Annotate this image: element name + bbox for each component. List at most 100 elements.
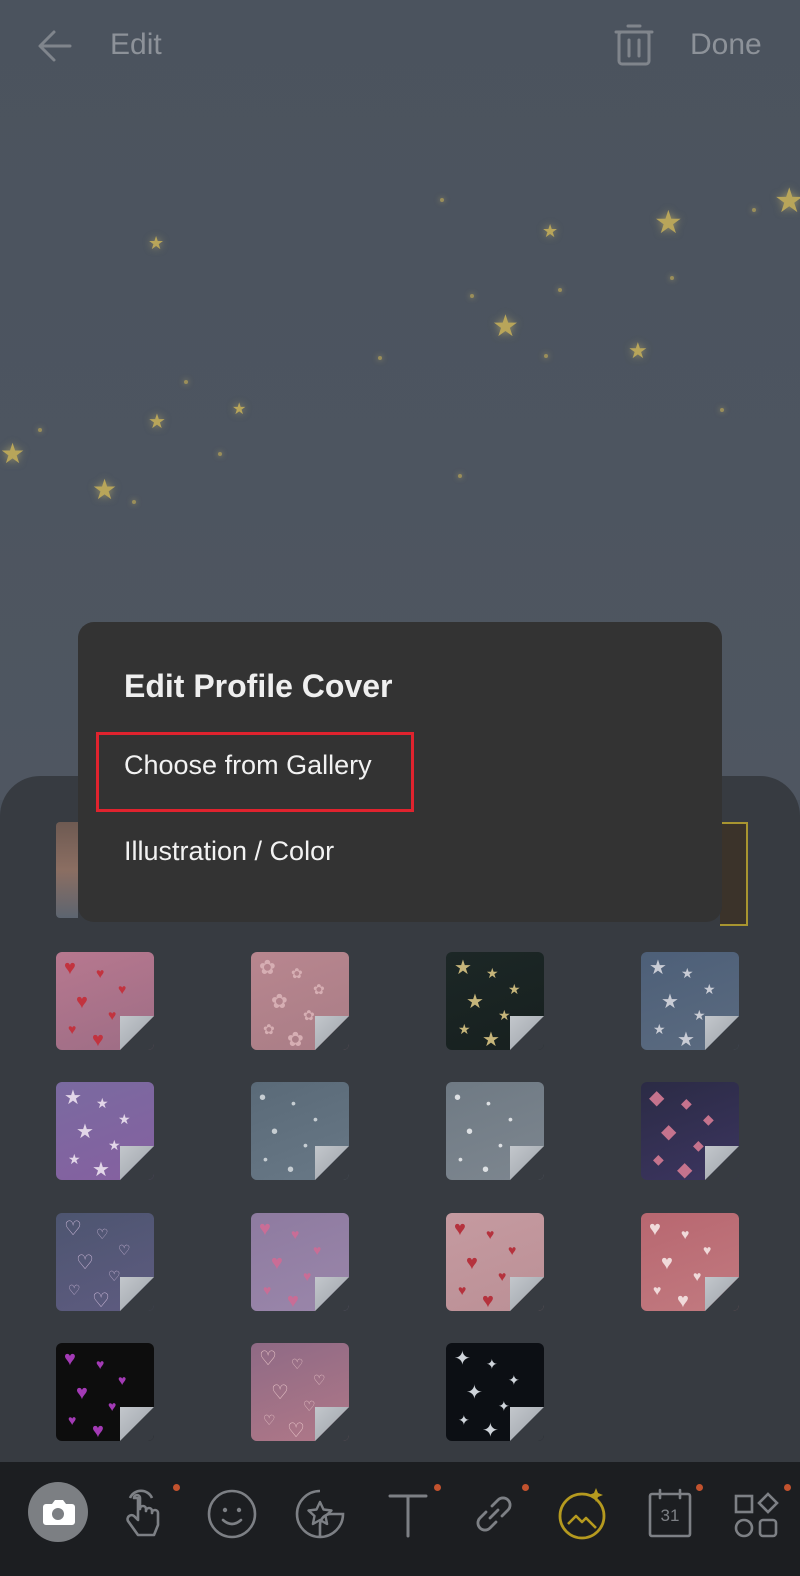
pattern-glyph: ♥ — [681, 1226, 690, 1242]
pattern-glyph: ★ — [681, 965, 694, 981]
done-button[interactable]: Done — [690, 28, 762, 62]
cover-thumbnail-selected-partial[interactable] — [720, 822, 748, 926]
pattern-glyph: ♡ — [118, 1242, 131, 1258]
text-icon — [388, 1494, 428, 1538]
pattern-glyph: ✦ — [466, 1382, 483, 1404]
delete-button[interactable] — [614, 22, 654, 68]
pattern-glyph: ♡ — [76, 1252, 94, 1274]
page-title: Edit — [110, 28, 162, 61]
pattern-glyph: ♡ — [291, 1356, 304, 1372]
cover-thumbnail-outline-hearts[interactable]: ♡ ♡ ♡ ♡ ♡ ♡ ♡ — [56, 1213, 154, 1311]
cover-thumbnail-peach-hearts[interactable]: ♡ ♡ ♡ ♡ ♡ ♡ ♡ — [251, 1343, 349, 1441]
pattern-glyph: ♥ — [287, 1290, 299, 1311]
pattern-glyph: ◆ — [677, 1159, 693, 1180]
sparkle-dot — [458, 474, 462, 478]
cover-thumbnail-lavender-hearts[interactable]: ♥ ♥ ♥ ♥ ♥ ♥ ♥ — [251, 1213, 349, 1311]
pattern-glyph: ✿ — [303, 1007, 315, 1023]
cover-thumbnail-confetti-night[interactable]: ◆ ◆ ◆ ◆ ◆ ◆ ◆ — [641, 1082, 739, 1180]
link-button[interactable] — [462, 1482, 526, 1546]
pattern-glyph: ♥ — [118, 1372, 127, 1388]
pattern-glyph: ★ — [508, 981, 521, 997]
pattern-glyph: ✿ — [263, 1021, 275, 1037]
dialog-title: Edit Profile Cover — [124, 668, 393, 704]
pattern-glyph: ♡ — [287, 1420, 305, 1441]
pattern-glyph: ♥ — [649, 1218, 661, 1240]
pattern-glyph: ◆ — [661, 1121, 677, 1143]
star-decoration: ★ — [542, 221, 559, 241]
star-decoration: ★ — [774, 182, 800, 220]
pattern-glyph: ♥ — [661, 1252, 673, 1274]
cover-thumbnail-partial[interactable] — [56, 822, 78, 918]
pattern-glyph: ★ — [64, 1087, 82, 1109]
pattern-glyph: ✿ — [271, 991, 288, 1013]
pattern-glyph: ★ — [677, 1029, 695, 1050]
pattern-glyph: ♥ — [303, 1268, 312, 1284]
pattern-glyph: • — [454, 1087, 462, 1109]
cover-thumbnail-gold-stars-dark[interactable]: ★ ★ ★ ★ ★ ★ ★ — [446, 952, 544, 1050]
emoji-button[interactable] — [200, 1482, 264, 1546]
cover-thumbnail-blue-stars[interactable]: ★ ★ ★ ★ ★ ★ ★ — [641, 952, 739, 1050]
pattern-glyph: ✿ — [313, 981, 325, 997]
pattern-glyph: ♥ — [92, 1420, 104, 1441]
sticker-button[interactable] — [288, 1482, 352, 1546]
cover-thumbnail-light-pink-hearts[interactable]: ♥ ♥ ♥ ♥ ♥ ♥ ♥ — [446, 1213, 544, 1311]
cover-thumbnail-pink-flowers[interactable]: ✿ ✿ ✿ ✿ ✿ ✿ ✿ — [251, 952, 349, 1050]
cover-thumbnail-blue-snow[interactable]: • • • • • • • — [251, 1082, 349, 1180]
cover-thumbnail-pixel-hearts-black[interactable]: ♥ ♥ ♥ ♥ ♥ ♥ ♥ — [56, 1343, 154, 1441]
pattern-glyph: ♡ — [303, 1398, 316, 1414]
sticker-icon — [295, 1489, 345, 1539]
pattern-glyph: ♥ — [64, 957, 76, 979]
sparkle-dot — [544, 354, 548, 358]
pattern-glyph: ◆ — [703, 1111, 714, 1127]
cover-image-icon — [558, 1488, 606, 1540]
star-decoration: ★ — [148, 411, 166, 433]
notification-dot — [784, 1484, 791, 1491]
pattern-glyph: ★ — [693, 1007, 706, 1023]
more-grid-button[interactable] — [724, 1482, 788, 1546]
pattern-glyph: ✿ — [287, 1029, 304, 1050]
pattern-glyph: ★ — [96, 1095, 109, 1111]
pattern-glyph: ♥ — [703, 1242, 712, 1258]
pattern-glyph: • — [271, 1121, 279, 1143]
camera-button[interactable] — [28, 1482, 88, 1542]
cover-thumbnail-pink-hearts[interactable]: ♥ ♥ ♥ ♥ ♥ ♥ ♥ — [56, 952, 154, 1050]
pattern-glyph: ♥ — [486, 1226, 495, 1242]
sparkle-dot — [470, 294, 474, 298]
cover-thumbnail-red-glow-hearts[interactable]: ♥ ♥ ♥ ♥ ♥ ♥ ♥ — [641, 1213, 739, 1311]
cover-thumbnail-grey-snow[interactable]: • • • • • • • — [446, 1082, 544, 1180]
pattern-glyph: ✦ — [486, 1356, 498, 1372]
pattern-glyph: ♡ — [313, 1372, 326, 1388]
pattern-glyph: ★ — [486, 965, 499, 981]
pattern-glyph: • — [287, 1159, 295, 1180]
pattern-glyph: ✦ — [498, 1398, 510, 1414]
pattern-glyph: • — [313, 1111, 318, 1127]
sparkle-dot — [558, 288, 562, 292]
pattern-glyph: ♥ — [96, 1356, 105, 1372]
pattern-glyph: ★ — [92, 1159, 110, 1180]
pattern-glyph: ♥ — [458, 1282, 467, 1298]
cover-thumbnail-purple-sparkle[interactable]: ★ ★ ★ ★ ★ ★ ★ — [56, 1082, 154, 1180]
pattern-glyph: ♥ — [508, 1242, 517, 1258]
pattern-glyph: ◆ — [681, 1095, 692, 1111]
cover-image-button[interactable] — [550, 1482, 614, 1546]
star-decoration: ★ — [0, 438, 26, 469]
pattern-glyph: ★ — [108, 1137, 121, 1153]
link-icon — [476, 1496, 512, 1532]
pattern-glyph: ♥ — [693, 1268, 702, 1284]
touch-button[interactable] — [114, 1482, 178, 1546]
pattern-glyph: ★ — [76, 1121, 94, 1143]
calendar-button[interactable]: 31 — [638, 1482, 702, 1546]
back-button[interactable] — [34, 24, 78, 68]
text-button[interactable] — [376, 1482, 440, 1546]
illustration-color-option[interactable]: Illustration / Color — [124, 836, 334, 867]
top-bar: Edit Done — [0, 0, 800, 92]
grid-icon — [734, 1492, 779, 1538]
star-decoration: ★ — [654, 204, 683, 240]
sparkle-dot — [132, 500, 136, 504]
cover-thumbnail-starfield-black[interactable]: ✦ ✦ ✦ ✦ ✦ ✦ ✦ — [446, 1343, 544, 1441]
pattern-glyph: ♡ — [64, 1218, 82, 1240]
pattern-glyph: ♥ — [76, 1382, 88, 1404]
sparkle-dot — [184, 380, 188, 384]
pattern-glyph: ★ — [649, 957, 667, 979]
pattern-glyph: ♥ — [271, 1252, 283, 1274]
